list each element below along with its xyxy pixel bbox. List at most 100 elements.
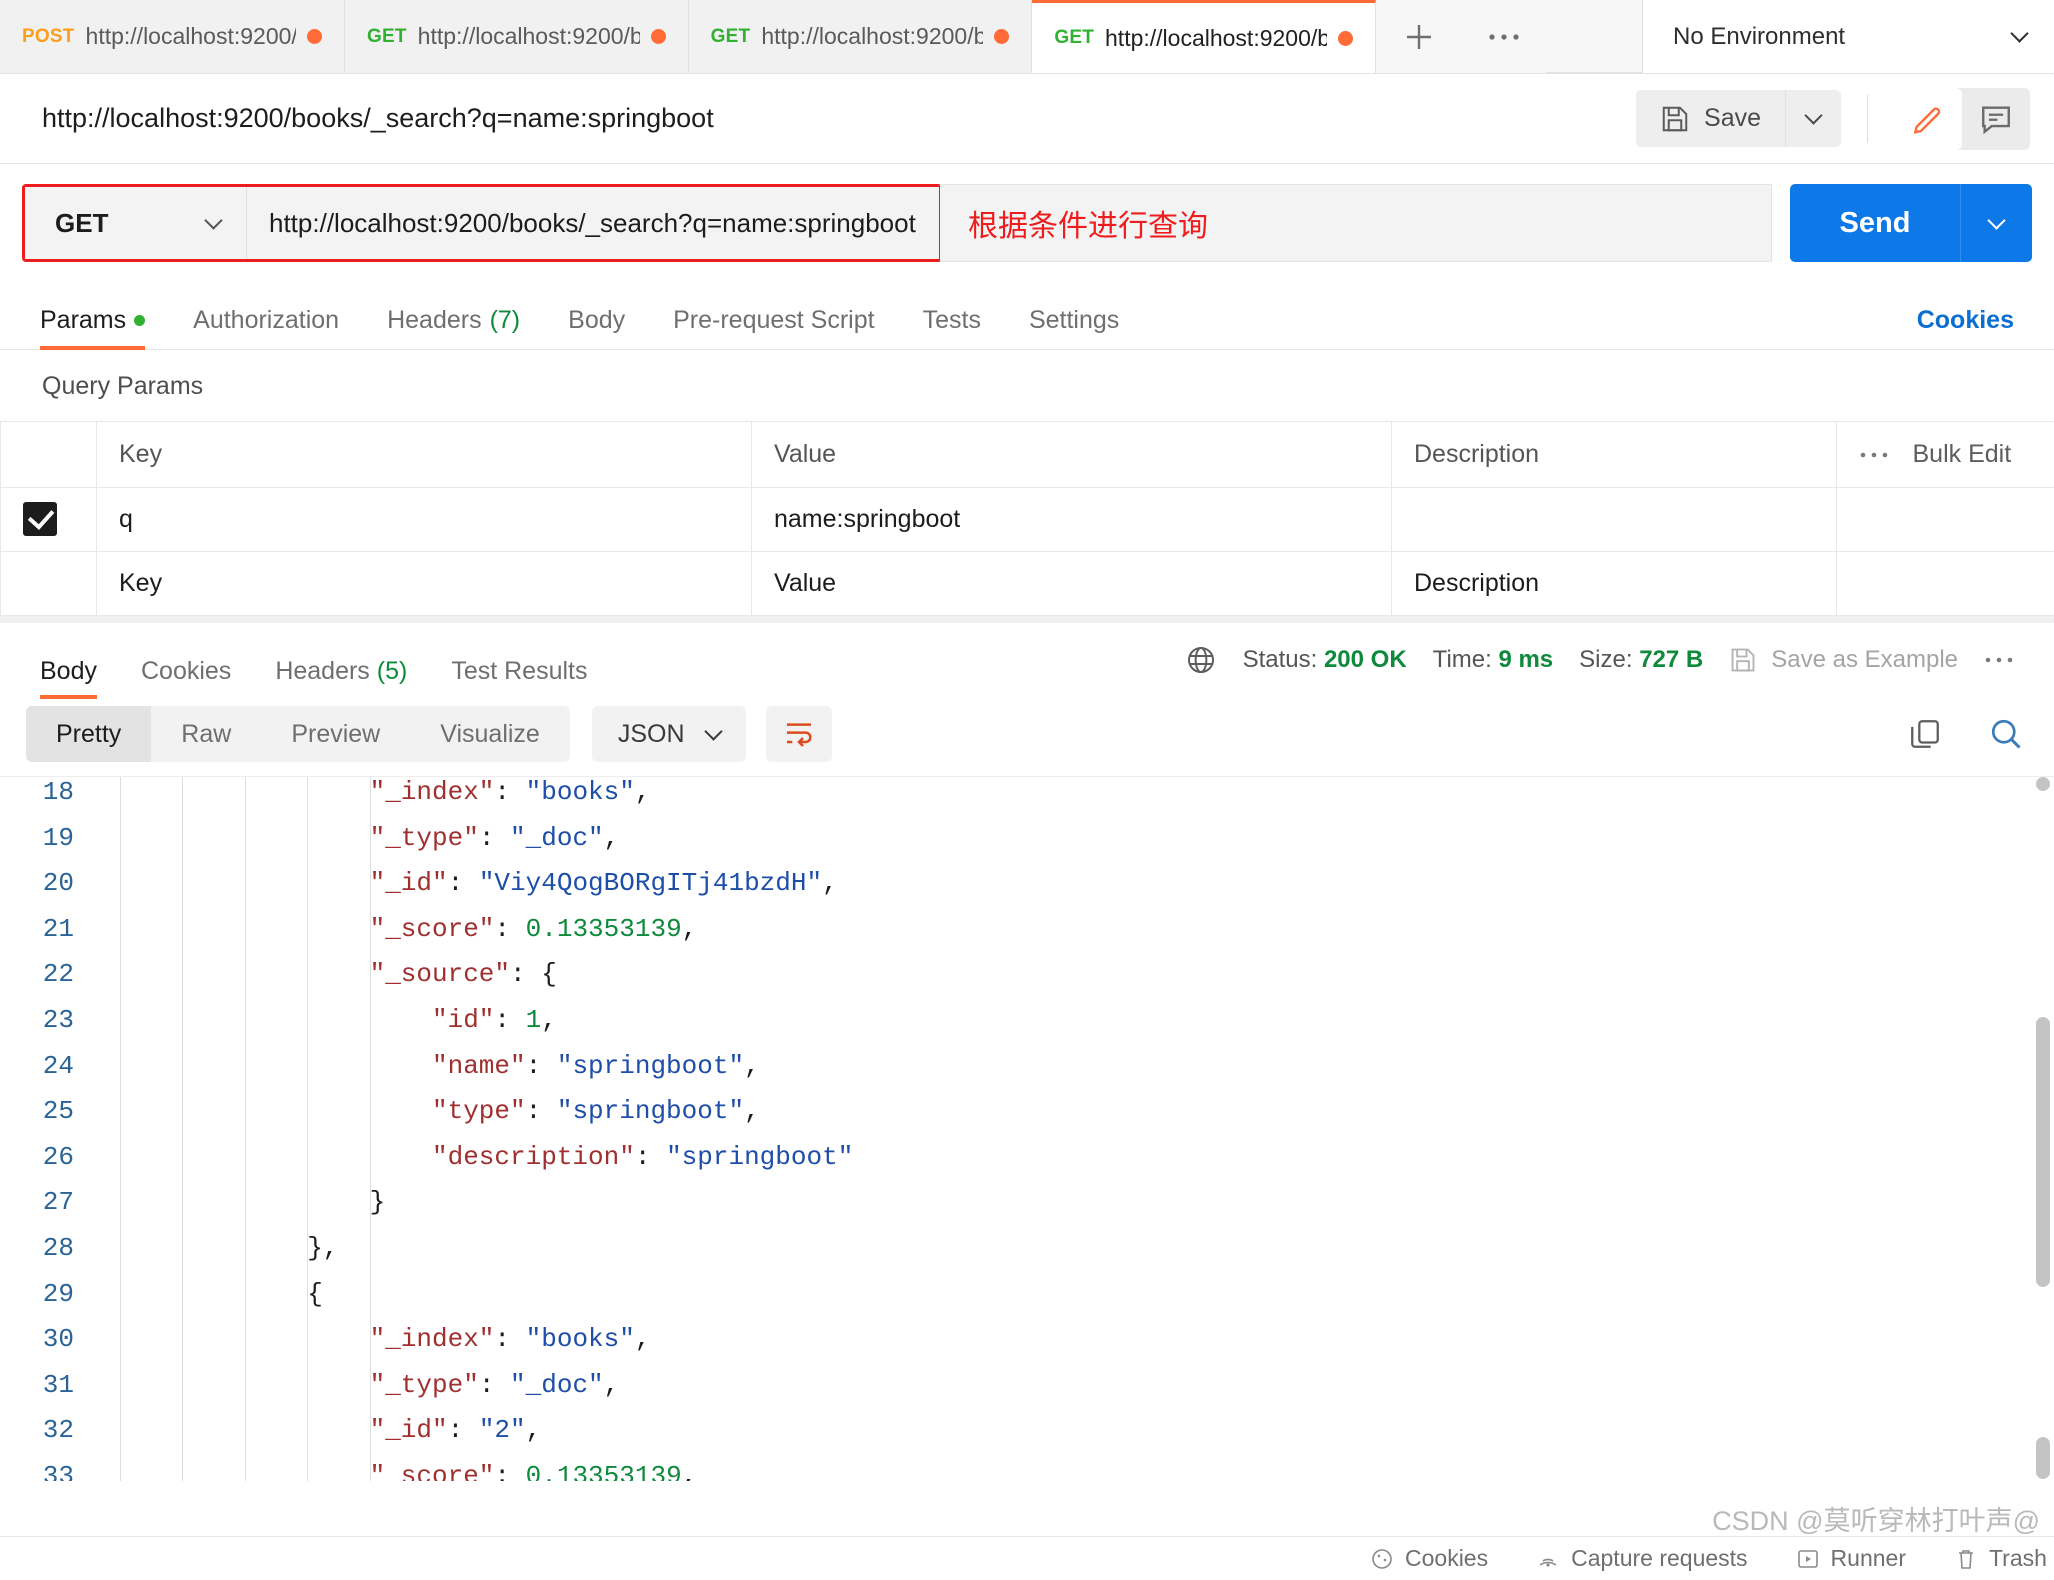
tab-headers[interactable]: Headers (7) xyxy=(387,306,520,349)
view-mode-preview[interactable]: Preview xyxy=(261,706,410,762)
request-tab-3-active[interactable]: GET http://localhost:9200/b xyxy=(1032,0,1376,73)
trash-icon xyxy=(1954,1547,1978,1571)
tab-params[interactable]: Params xyxy=(40,306,145,349)
view-mode-raw[interactable]: Raw xyxy=(151,706,261,762)
tab-method-label: GET xyxy=(367,26,407,48)
page-title: http://localhost:9200/books/_search?q=na… xyxy=(42,103,1636,134)
send-button[interactable]: Send xyxy=(1790,184,1960,262)
save-button[interactable]: Save xyxy=(1636,90,1785,147)
tab-label: Settings xyxy=(1029,306,1119,335)
code-line: 32"_id": "2", xyxy=(0,1415,2054,1461)
request-tab-0[interactable]: POST http://localhost:9200/ xyxy=(0,0,345,73)
code-line: 28}, xyxy=(0,1233,2054,1279)
scroll-thumb[interactable] xyxy=(2036,1017,2050,1287)
save-options-button[interactable] xyxy=(1785,90,1841,147)
code-text: }, xyxy=(96,1233,338,1263)
placeholder-value-cell[interactable]: Value xyxy=(752,552,1392,616)
line-number: 31 xyxy=(0,1370,96,1400)
footer-runner-button[interactable]: Runner xyxy=(1796,1545,1906,1572)
request-tab-2[interactable]: GET http://localhost:9200/b xyxy=(689,0,1033,73)
environment-selector[interactable]: No Environment xyxy=(1642,0,2054,73)
row-value-cell[interactable]: name:springboot xyxy=(752,488,1392,552)
row-checkbox[interactable] xyxy=(23,502,57,536)
tab-settings[interactable]: Settings xyxy=(1029,306,1119,349)
line-number: 33 xyxy=(0,1461,96,1481)
request-tab-1[interactable]: GET http://localhost:9200/b xyxy=(345,0,689,73)
comments-button[interactable] xyxy=(1962,88,2030,150)
save-button-group: Save xyxy=(1636,90,1841,147)
save-as-example-button[interactable]: Save as Example xyxy=(1729,646,1958,674)
response-tab-body[interactable]: Body xyxy=(40,657,97,696)
placeholder-key-cell[interactable]: Key xyxy=(97,552,752,616)
code-line: 19"_type": "_doc", xyxy=(0,823,2054,869)
floppy-disk-icon xyxy=(1660,104,1690,134)
request-url-bar: GET http://localhost:9200/books/_search?… xyxy=(0,164,2054,284)
params-options-button[interactable] xyxy=(1859,450,1889,460)
response-format-select[interactable]: JSON xyxy=(592,706,746,762)
view-mode-visualize[interactable]: Visualize xyxy=(410,706,570,762)
method-label: GET xyxy=(55,208,108,239)
copy-response-button[interactable] xyxy=(1908,717,1942,751)
footer-trash-button[interactable]: Trash xyxy=(1954,1545,2047,1572)
send-options-button[interactable] xyxy=(1960,184,2032,262)
scroll-thumb-top[interactable] xyxy=(2036,777,2050,791)
tab-overflow-menu-button[interactable] xyxy=(1462,0,1546,73)
th-description: Description xyxy=(1392,422,1837,488)
edit-request-button[interactable] xyxy=(1894,88,1962,150)
code-line: 21"_score": 0.13353139, xyxy=(0,914,2054,960)
response-options-button[interactable] xyxy=(1984,655,2014,665)
url-input[interactable]: http://localhost:9200/books/_search?q=na… xyxy=(247,187,939,259)
save-as-example-label: Save as Example xyxy=(1771,646,1958,674)
wrap-text-icon xyxy=(783,719,815,749)
footer-runner-label: Runner xyxy=(1831,1545,1906,1572)
table-row: q name:springboot xyxy=(1,488,2054,552)
play-box-icon xyxy=(1796,1547,1820,1571)
bulk-edit-button[interactable]: Bulk Edit xyxy=(1913,440,2012,469)
line-number: 24 xyxy=(0,1051,96,1081)
placeholder-description-cell[interactable]: Description xyxy=(1392,552,1837,616)
method-select[interactable]: GET xyxy=(25,187,247,259)
query-params-table: Key Value Description Bulk Edit xyxy=(0,421,2054,616)
response-toolbar-actions xyxy=(1908,716,2024,752)
line-number: 19 xyxy=(0,823,96,853)
line-number: 18 xyxy=(0,777,96,807)
scroll-thumb-bottom[interactable] xyxy=(2036,1437,2050,1479)
tab-tests[interactable]: Tests xyxy=(923,306,981,349)
tab-label: Authorization xyxy=(193,306,339,335)
code-text: "_id": "Viy4QogBORgITj41bzdH", xyxy=(96,868,838,898)
footer-capture-requests-button[interactable]: Capture requests xyxy=(1536,1545,1747,1572)
view-mode-pretty[interactable]: Pretty xyxy=(26,706,151,762)
response-body-code[interactable]: 18"_index": "books",19"_type": "_doc",20… xyxy=(0,776,2054,1481)
tab-authorization[interactable]: Authorization xyxy=(193,306,339,349)
tab-pre-request-script[interactable]: Pre-request Script xyxy=(673,306,874,349)
response-tab-test-results[interactable]: Test Results xyxy=(451,657,587,696)
th-key: Key xyxy=(97,422,752,488)
line-number: 30 xyxy=(0,1324,96,1354)
code-text: "_id": "2", xyxy=(96,1415,541,1445)
url-bar-highlight-box: GET http://localhost:9200/books/_search?… xyxy=(22,184,942,262)
row-key-cell[interactable]: q xyxy=(97,488,752,552)
search-response-button[interactable] xyxy=(1988,716,2024,752)
response-body-toolbar: Pretty Raw Preview Visualize JSON xyxy=(0,696,2054,776)
footer-cookies-button[interactable]: Cookies xyxy=(1370,1545,1488,1572)
tab-label: Params xyxy=(40,306,126,335)
code-text: "_type": "_doc", xyxy=(96,823,619,853)
code-vertical-scrollbar[interactable] xyxy=(2036,777,2050,1481)
code-text: { xyxy=(96,1279,323,1309)
row-description-cell[interactable] xyxy=(1392,488,1837,552)
tab-body[interactable]: Body xyxy=(568,306,625,349)
tab-label: Headers xyxy=(387,306,482,335)
time-group: Time: 9 ms xyxy=(1433,646,1553,674)
request-icon-group xyxy=(1894,88,2030,150)
response-tab-headers[interactable]: Headers (5) xyxy=(275,657,407,696)
response-tab-cookies[interactable]: Cookies xyxy=(141,657,231,696)
wrap-lines-button[interactable] xyxy=(766,706,832,762)
unsaved-dot-icon xyxy=(994,29,1009,44)
new-tab-button[interactable] xyxy=(1376,0,1462,73)
chevron-down-icon xyxy=(2010,24,2028,42)
send-button-group: Send xyxy=(1790,184,2032,262)
line-number: 21 xyxy=(0,914,96,944)
ellipsis-icon xyxy=(1859,450,1889,460)
cookies-link[interactable]: Cookies xyxy=(1917,306,2014,349)
footer-cookies-label: Cookies xyxy=(1405,1545,1488,1572)
